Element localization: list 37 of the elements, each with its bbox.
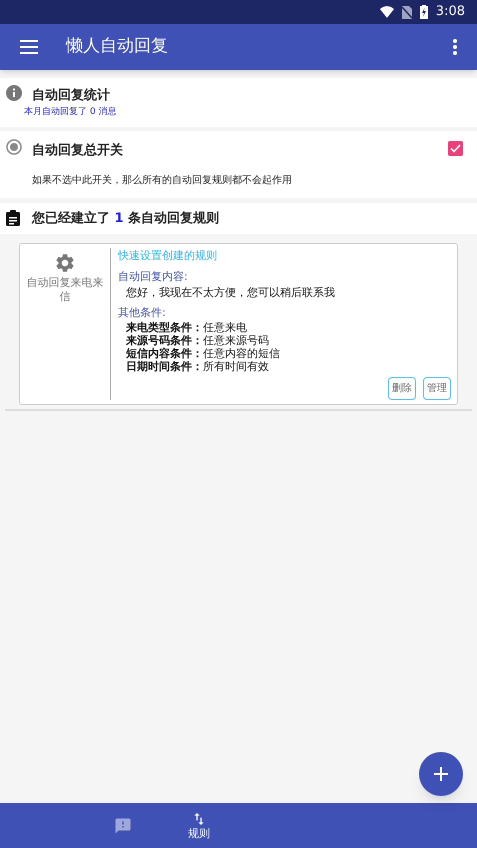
checkmark-icon — [450, 144, 461, 154]
stats-summary: 本月自动回复了 0 消息 — [24, 106, 118, 118]
status-time: 3:08 — [436, 3, 465, 22]
gear-icon — [54, 252, 76, 274]
condition-value: 任意内容的短信 — [203, 347, 280, 360]
wifi-icon — [380, 6, 394, 18]
info-icon — [6, 84, 22, 101]
rule-title: 快速设置创建的规则 — [118, 248, 218, 264]
conditions-label: 其他条件: — [118, 304, 167, 320]
switch-description: 如果不选中此开关，那么所有的自动回复规则都不会起作用 — [32, 174, 293, 188]
add-button[interactable] — [419, 752, 463, 796]
app-title: 懒人自动回复 — [66, 35, 169, 58]
rules-count-text: 您已经建立了 1 条自动回复规则 — [32, 210, 220, 228]
reply-content: 您好，我现在不太方便，您可以稍后联系我 — [126, 285, 336, 301]
section-title: 自动回复总开关 — [32, 142, 124, 160]
condition-value: 所有时间有效 — [203, 360, 269, 373]
battery-icon — [420, 5, 428, 19]
section-title: 自动回复统计 — [32, 86, 110, 105]
nav-tab[interactable]: 规则 — [161, 803, 237, 848]
condition-label: 短信内容条件： — [126, 347, 203, 360]
feedback-icon — [114, 816, 132, 834]
menu-icon[interactable] — [20, 40, 38, 54]
condition-label: 日期时间条件： — [126, 360, 203, 373]
more-options-icon[interactable] — [453, 39, 457, 55]
master-switch-checkbox[interactable] — [448, 141, 463, 156]
clipboard-icon — [6, 210, 20, 226]
condition-label: 来源号码条件： — [126, 334, 203, 347]
plus-icon — [434, 767, 448, 781]
condition-label: 来电类型条件： — [126, 321, 203, 334]
rule-name: 自动回复来电来信 — [26, 276, 104, 304]
no-sim-icon — [402, 6, 412, 18]
rule-button[interactable]: 管理 — [423, 377, 451, 400]
radio-icon — [6, 138, 22, 155]
rule-button[interactable]: 删除 — [388, 377, 416, 400]
condition-value: 任意来电 — [203, 321, 247, 334]
condition-value: 任意来源号码 — [203, 334, 269, 347]
content-label: 自动回复内容: — [118, 268, 189, 284]
